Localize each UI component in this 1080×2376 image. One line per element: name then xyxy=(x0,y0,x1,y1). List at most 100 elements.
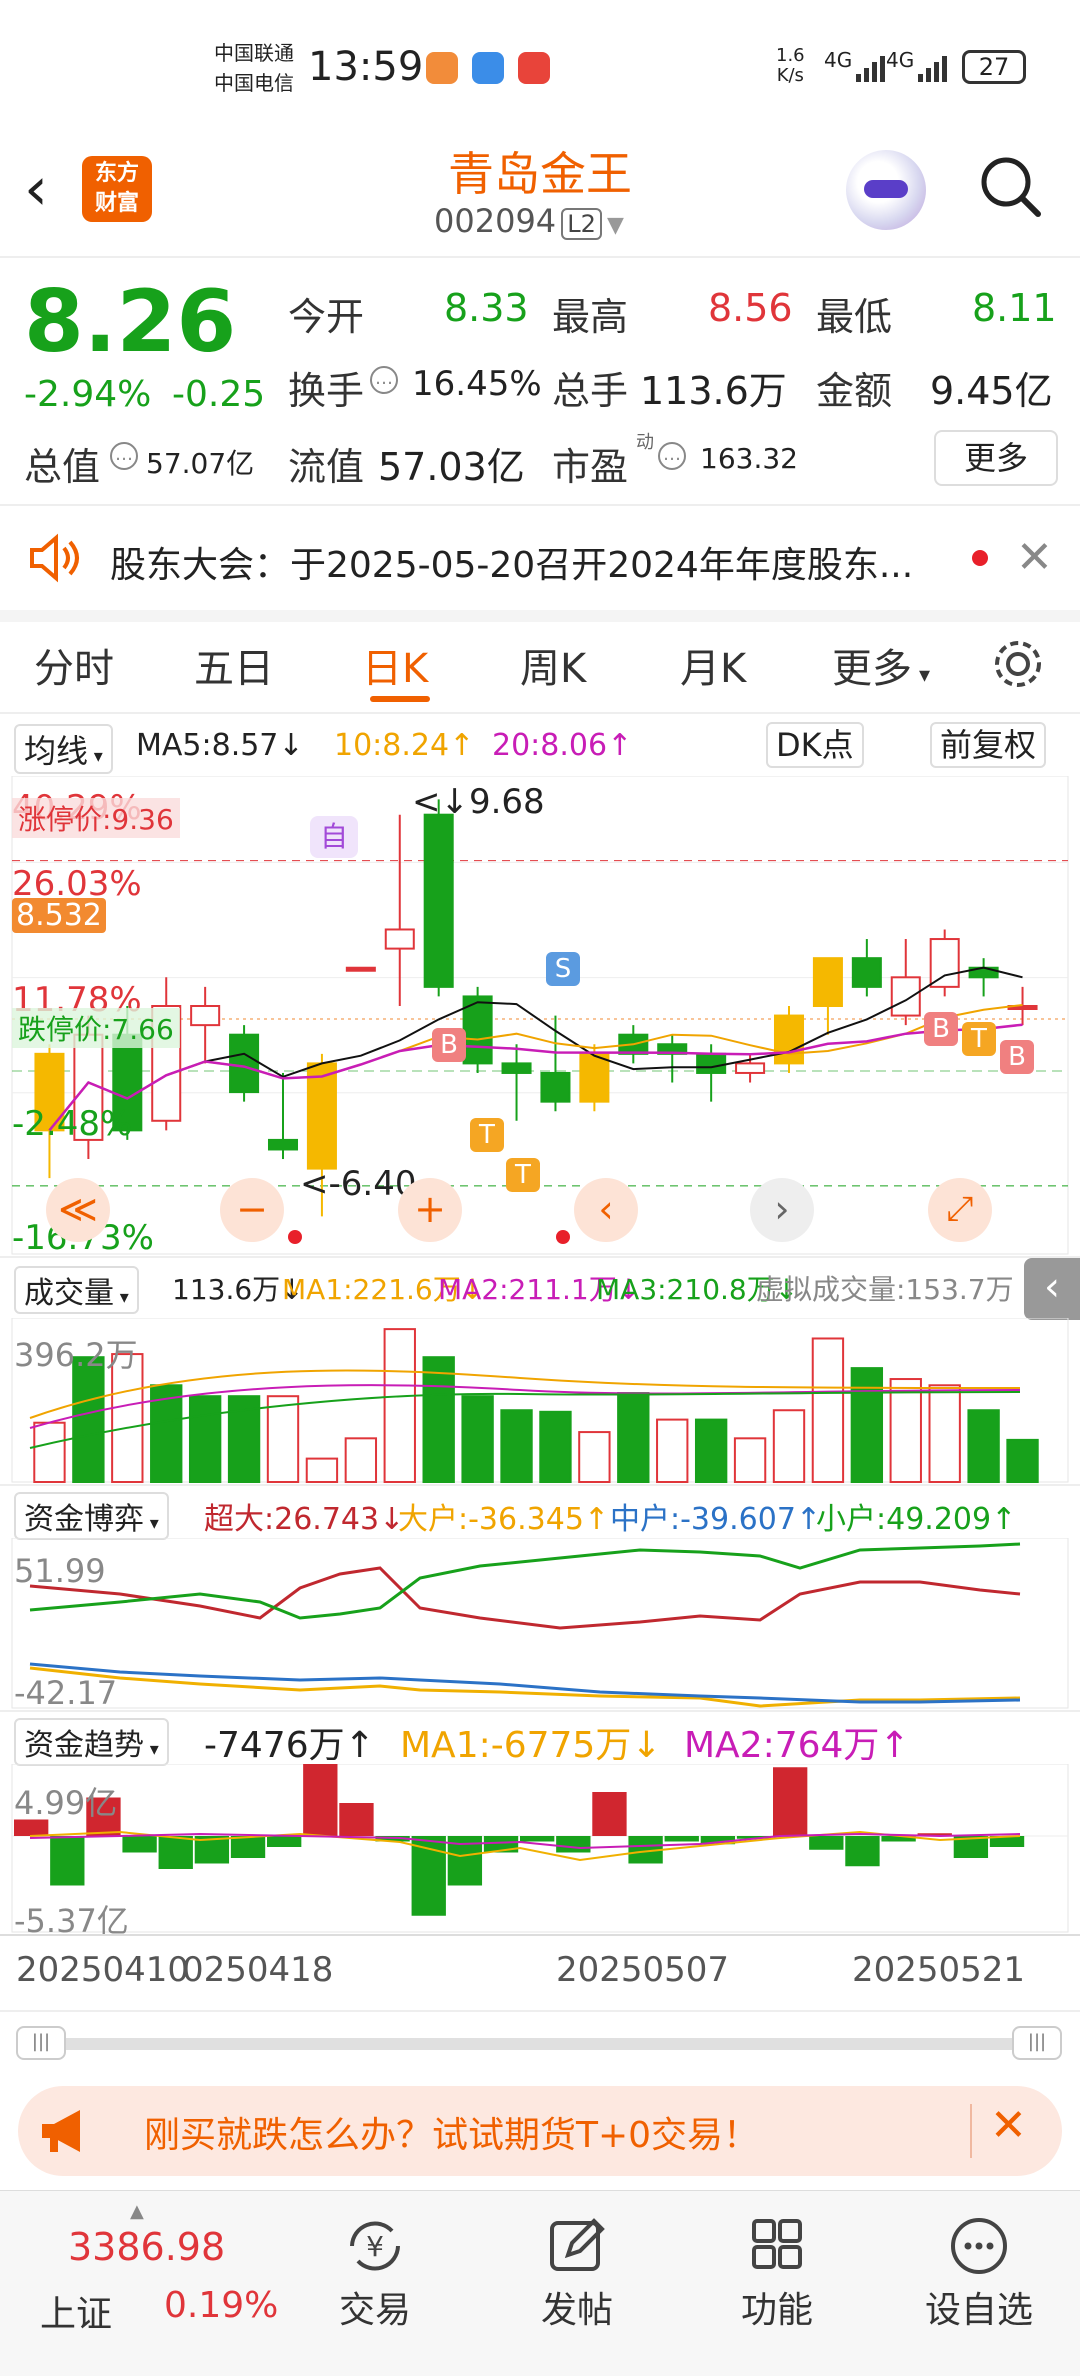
tab-weekly-k[interactable]: 周K xyxy=(520,636,586,694)
capital-game-selector[interactable]: 资金博弈 ▾ xyxy=(14,1492,169,1540)
chevron-down-icon: ▼ xyxy=(606,213,624,238)
volume-bar xyxy=(733,1437,767,1483)
tab-monthly-k[interactable]: 月K xyxy=(680,636,746,694)
t-marker[interactable]: T xyxy=(506,1158,540,1192)
candle-body xyxy=(696,1052,727,1074)
more-dots-icon xyxy=(904,2211,1054,2281)
amount-label: 金额 xyxy=(816,369,893,413)
volume-bar xyxy=(539,1410,572,1483)
large-flow: 大户:-36.345↑ xyxy=(398,1502,610,1537)
close-icon[interactable]: ✕ xyxy=(1016,532,1053,583)
next-button[interactable]: › xyxy=(750,1178,814,1242)
candle-body xyxy=(501,1062,532,1074)
stock-code-row[interactable]: 002094 L2 ▼ xyxy=(434,202,624,240)
level-badge: L2 xyxy=(561,208,602,240)
prev-button[interactable]: ‹ xyxy=(574,1178,638,1242)
high-label: 最高 xyxy=(552,295,629,339)
buy-marker[interactable]: B xyxy=(1000,1040,1034,1074)
nav-add-watchlist[interactable]: 设自选 xyxy=(904,2211,1054,2333)
range-track[interactable] xyxy=(30,2038,1042,2050)
nav-post-label: 发帖 xyxy=(540,2290,613,2331)
virtual-volume: 虚拟成交量:153.7万 xyxy=(756,1273,1014,1306)
trend-bar xyxy=(50,1836,85,1886)
indicator-selector[interactable]: 均线 ▾ xyxy=(14,724,113,774)
volume-bar xyxy=(617,1392,650,1483)
trend-bar xyxy=(773,1767,808,1836)
tab-intraday[interactable]: 分时 xyxy=(34,636,114,694)
info-icon[interactable]: … xyxy=(370,366,398,394)
info-icon[interactable]: … xyxy=(110,442,138,470)
yuan-cycle-icon: ¥ xyxy=(300,2211,450,2281)
notice-text[interactable]: 股东大会：于2025-05-20召开2024年年度股东... xyxy=(110,536,913,588)
more-button[interactable]: 更多 xyxy=(934,430,1058,486)
volume-bar xyxy=(1006,1438,1039,1483)
carrier-2: 中国电信 xyxy=(214,71,294,95)
t-marker[interactable]: T xyxy=(962,1022,996,1056)
ma20-value: 20:8.06↑ xyxy=(492,728,633,763)
trend-bar xyxy=(122,1836,157,1853)
pct-label-4: -2.48% xyxy=(12,1104,133,1144)
settings-gear-icon[interactable] xyxy=(990,636,1046,692)
capital-trend-selector[interactable]: 资金趋势 ▾ xyxy=(14,1718,169,1766)
pe-label: 市盈 xyxy=(552,445,629,489)
date-label-1: 20250410 xyxy=(16,1950,190,1990)
tab-daily-k[interactable]: 日K xyxy=(362,636,428,694)
scroll-start-button[interactable]: ≪ xyxy=(46,1178,110,1242)
info-icon[interactable]: … xyxy=(658,442,686,470)
search-icon[interactable] xyxy=(978,154,1042,218)
huawei-icon xyxy=(518,52,550,84)
signal-icon-2 xyxy=(918,56,954,82)
sell-marker[interactable]: S xyxy=(546,952,580,986)
bottom-nav: ▲ 3386.98 上证 0.19% ¥ 交易 发帖 功能 设自选 xyxy=(0,2190,1080,2376)
nav-trade-label: 交易 xyxy=(338,2290,411,2331)
volume-indicator-selector[interactable]: 成交量 ▾ xyxy=(14,1266,139,1314)
candle-body xyxy=(773,1014,805,1065)
trend-bar xyxy=(520,1836,555,1842)
zoom-out-button[interactable]: − xyxy=(220,1178,284,1242)
volume-bar xyxy=(772,1409,806,1483)
volume-bar xyxy=(500,1409,533,1483)
index-name[interactable]: 上证 xyxy=(40,2285,112,2337)
super-large-flow: 超大:26.743↓ xyxy=(204,1502,405,1537)
close-icon[interactable]: ✕ xyxy=(990,2100,1027,2151)
buy-marker[interactable]: B xyxy=(432,1028,466,1062)
nav-post[interactable]: 发帖 xyxy=(502,2211,652,2333)
promo-text: 刚买就跌怎么办？试试期货T+0交易！ xyxy=(144,2115,760,2156)
nav-functions[interactable]: 功能 xyxy=(702,2211,852,2333)
date-label-2: 0250418 xyxy=(182,1950,334,1990)
trend-bar xyxy=(267,1836,302,1847)
date-label-3: 20250507 xyxy=(556,1950,730,1990)
t-marker[interactable]: T xyxy=(470,1118,504,1152)
tab-more[interactable]: 更多 ▾ xyxy=(832,636,930,694)
fullscreen-button[interactable]: ⤢ xyxy=(928,1178,992,1242)
stock-code: 002094 xyxy=(434,202,557,240)
zoom-in-button[interactable]: + xyxy=(398,1178,462,1242)
cloud-icon xyxy=(472,52,504,84)
adjust-selector[interactable]: 前复权 xyxy=(930,722,1047,768)
volume-bar xyxy=(889,1378,922,1483)
index-change[interactable]: 0.19% xyxy=(164,2285,278,2326)
last-price: 8.26 xyxy=(24,272,237,372)
buy-marker[interactable]: B xyxy=(924,1012,958,1046)
index-value[interactable]: 3386.98 xyxy=(68,2225,225,2269)
nav-trade[interactable]: ¥ 交易 xyxy=(300,2211,450,2333)
range-handle-left[interactable]: ||| xyxy=(16,2026,66,2060)
promo-banner[interactable]: 刚买就跌怎么办？试试期货T+0交易！ ✕ xyxy=(18,2086,1062,2176)
candle-body xyxy=(267,1138,299,1151)
trend-value: -7476万↑ xyxy=(204,1725,375,1766)
dk-point-selector[interactable]: DK点 xyxy=(766,722,864,768)
megaphone-icon xyxy=(40,2108,92,2154)
range-handle-right[interactable]: ||| xyxy=(1012,2026,1062,2060)
capital-trend-chart xyxy=(11,1764,1069,1933)
volume-max-label: 396.2万 xyxy=(14,1336,138,1374)
self-marker[interactable]: 自 xyxy=(310,816,358,858)
assistant-avatar[interactable] xyxy=(846,150,926,230)
change-pct: -2.94% xyxy=(24,374,152,415)
candle-body xyxy=(929,938,960,988)
float-value: 57.03亿 xyxy=(378,445,525,489)
ma5-value: MA5:8.57↓ xyxy=(136,728,304,763)
tab-five-day[interactable]: 五日 xyxy=(194,636,274,694)
game-bottom-label: -42.17 xyxy=(14,1674,118,1712)
collapse-panel-button[interactable]: ‹ xyxy=(1024,1258,1080,1320)
net-type-1: 4G xyxy=(824,48,853,72)
